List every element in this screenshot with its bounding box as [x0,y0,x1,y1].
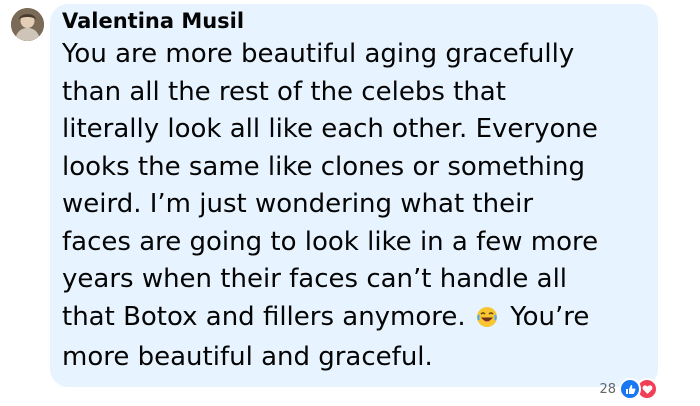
comment-text-main: You are more beautiful aging gracefully … [62,39,599,332]
profile-photo-icon [11,8,44,41]
comment-author[interactable]: Valentina Musil [62,8,646,34]
avatar[interactable] [11,8,44,41]
comment-text: You are more beautiful aging gracefully … [62,36,646,377]
reaction-summary[interactable]: 28 [599,378,658,400]
like-icon[interactable] [619,378,641,400]
comment-screenshot: Valentina Musil You are more beautiful a… [0,0,700,406]
comment-bubble: Valentina Musil You are more beautiful a… [50,4,658,387]
reaction-count[interactable]: 28 [599,382,616,397]
laughing-face-emoji [476,302,498,340]
